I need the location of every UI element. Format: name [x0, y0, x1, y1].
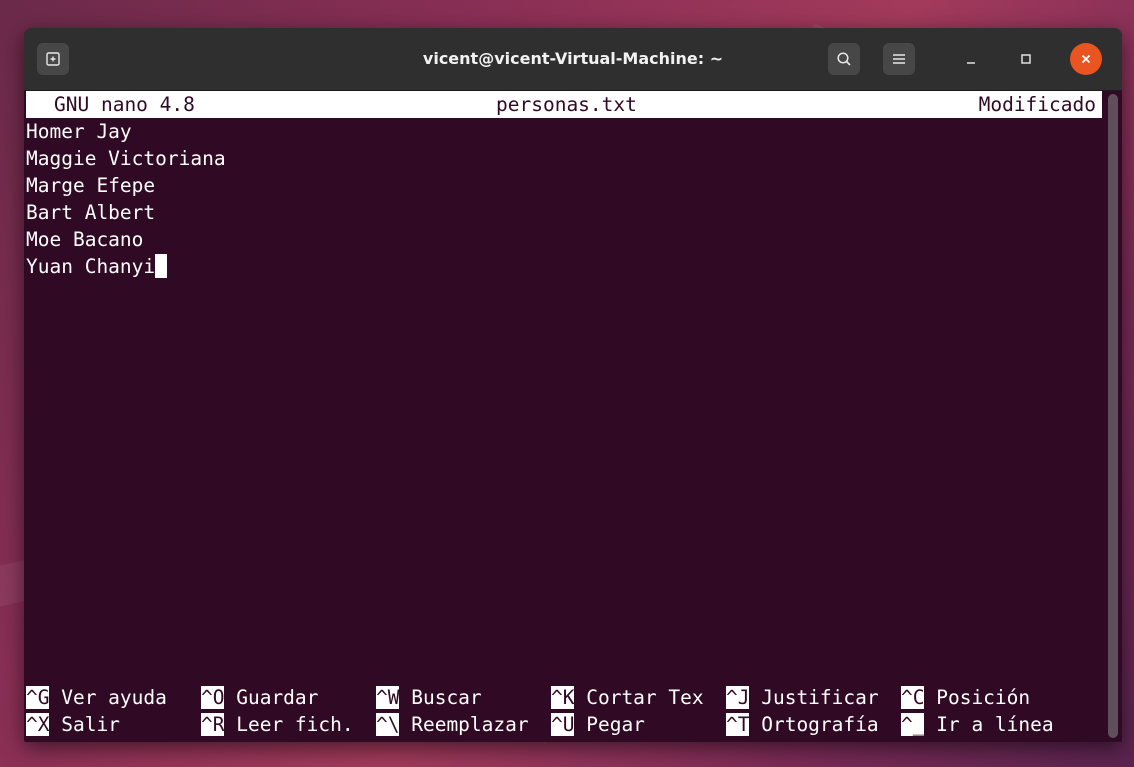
- menu-button[interactable]: [883, 43, 915, 75]
- shortcut-replace[interactable]: ^\ Reemplazar: [376, 711, 529, 738]
- shortcut-key: ^X: [26, 713, 50, 736]
- shortcut-label: Buscar: [399, 686, 482, 709]
- text-line[interactable]: Bart Albert: [26, 199, 155, 226]
- shortcut-key: ^R: [201, 713, 225, 736]
- shortcut-go-to-line[interactable]: ^_ Ir a línea: [901, 711, 1054, 738]
- shortcut-paste[interactable]: ^U Pegar: [551, 711, 645, 738]
- shortcut-key: ^_: [901, 713, 925, 736]
- shortcut-label: Ver ayuda: [49, 686, 167, 709]
- maximize-button[interactable]: [1010, 43, 1042, 75]
- shortcut-label: Pegar: [574, 713, 645, 736]
- nano-status: Modificado: [978, 93, 1096, 116]
- hamburger-menu-icon: [893, 54, 905, 64]
- shortcut-key: ^G: [26, 686, 50, 709]
- text-line[interactable]: Marge Efepe: [26, 172, 155, 199]
- shortcut-position[interactable]: ^C Posición: [901, 684, 1030, 711]
- shortcut-key: ^W: [376, 686, 400, 709]
- shortcut-label: Leer fich.: [224, 713, 354, 736]
- terminal-window[interactable]: vicent@vicent-Virtual-Machine: ~ GNU nan…: [24, 28, 1122, 742]
- shortcut-spelling[interactable]: ^T Ortografía: [726, 711, 879, 738]
- shortcut-key: ^U: [551, 713, 575, 736]
- shortcut-key: ^C: [901, 686, 925, 709]
- terminal-content[interactable]: GNU nano 4.8 personas.txt Modificado Hom…: [24, 91, 1104, 742]
- text-line-current[interactable]: Yuan Chanyi: [26, 253, 168, 280]
- vertical-scrollbar[interactable]: [1108, 94, 1118, 738]
- search-icon: [837, 52, 851, 66]
- shortcut-save[interactable]: ^O Guardar: [201, 684, 318, 711]
- shortcut-label: Justificar: [749, 686, 879, 709]
- shortcut-key: ^J: [726, 686, 750, 709]
- shortcut-label: Cortar Tex: [574, 686, 704, 709]
- shortcut-label: Ortografía: [749, 713, 879, 736]
- text-cursor: [155, 254, 168, 278]
- text-line[interactable]: Moe Bacano: [26, 226, 143, 253]
- shortcut-cut[interactable]: ^K Cortar Tex: [551, 684, 704, 711]
- shortcut-label: Ir a línea: [924, 713, 1054, 736]
- text-line: Yuan Chanyi: [26, 255, 156, 278]
- shortcut-read-file[interactable]: ^R Leer fich.: [201, 711, 354, 738]
- close-icon: [1081, 54, 1091, 64]
- shortcut-key: ^K: [551, 686, 575, 709]
- search-button[interactable]: [828, 43, 860, 75]
- nano-filename: personas.txt: [496, 93, 637, 116]
- close-button[interactable]: [1070, 43, 1102, 75]
- shortcut-label: Reemplazar: [399, 713, 529, 736]
- shortcut-help[interactable]: ^G Ver ayuda: [26, 684, 167, 711]
- shortcut-label: Posición: [924, 686, 1031, 709]
- text-line[interactable]: Homer Jay: [26, 118, 132, 145]
- shortcut-key: ^T: [726, 713, 750, 736]
- nano-header-bar: GNU nano 4.8 personas.txt Modificado: [26, 91, 1102, 118]
- maximize-icon: [1021, 54, 1031, 64]
- minimize-icon: [967, 62, 975, 64]
- text-line[interactable]: Maggie Victoriana: [26, 145, 226, 172]
- shortcut-label: Guardar: [224, 686, 319, 709]
- shortcut-justify[interactable]: ^J Justificar: [726, 684, 879, 711]
- shortcut-exit[interactable]: ^X Salir: [26, 711, 120, 738]
- shortcut-label: Salir: [49, 713, 120, 736]
- shortcut-key: ^O: [201, 686, 225, 709]
- shortcut-search[interactable]: ^W Buscar: [376, 684, 482, 711]
- shortcut-key: ^\: [376, 713, 400, 736]
- nano-version: GNU nano 4.8: [54, 93, 195, 116]
- minimize-button[interactable]: [955, 43, 987, 75]
- title-bar[interactable]: vicent@vicent-Virtual-Machine: ~: [24, 28, 1122, 91]
